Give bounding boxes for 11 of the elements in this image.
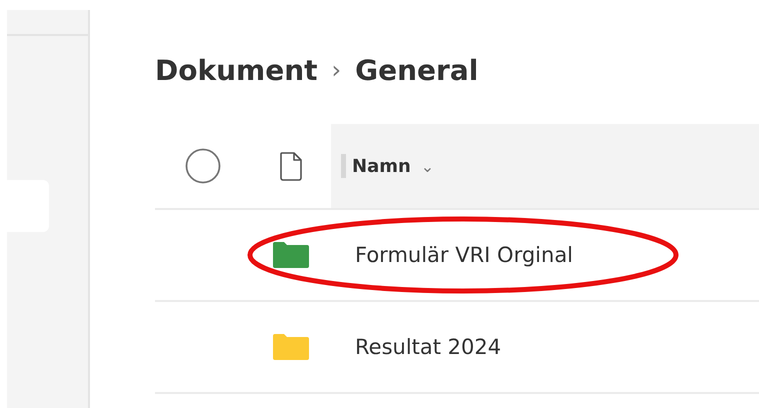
file-row[interactable]: Resultat 2024	[155, 302, 759, 394]
name-column-header[interactable]: Namn ⌄	[352, 156, 434, 176]
file-type-icon	[279, 151, 303, 181]
breadcrumb-item[interactable]: General	[355, 54, 478, 86]
folder-name-link[interactable]: Resultat 2024	[355, 335, 502, 359]
file-row[interactable]: Formulär VRI Orginal	[155, 210, 759, 302]
column-resize-handle[interactable]	[341, 154, 346, 178]
breadcrumb-item[interactable]: Dokument	[155, 54, 318, 86]
select-all-circle-icon[interactable]	[185, 148, 221, 184]
folder-name-link[interactable]: Formulär VRI Orginal	[355, 243, 574, 267]
breadcrumb-separator: ›	[332, 56, 342, 84]
